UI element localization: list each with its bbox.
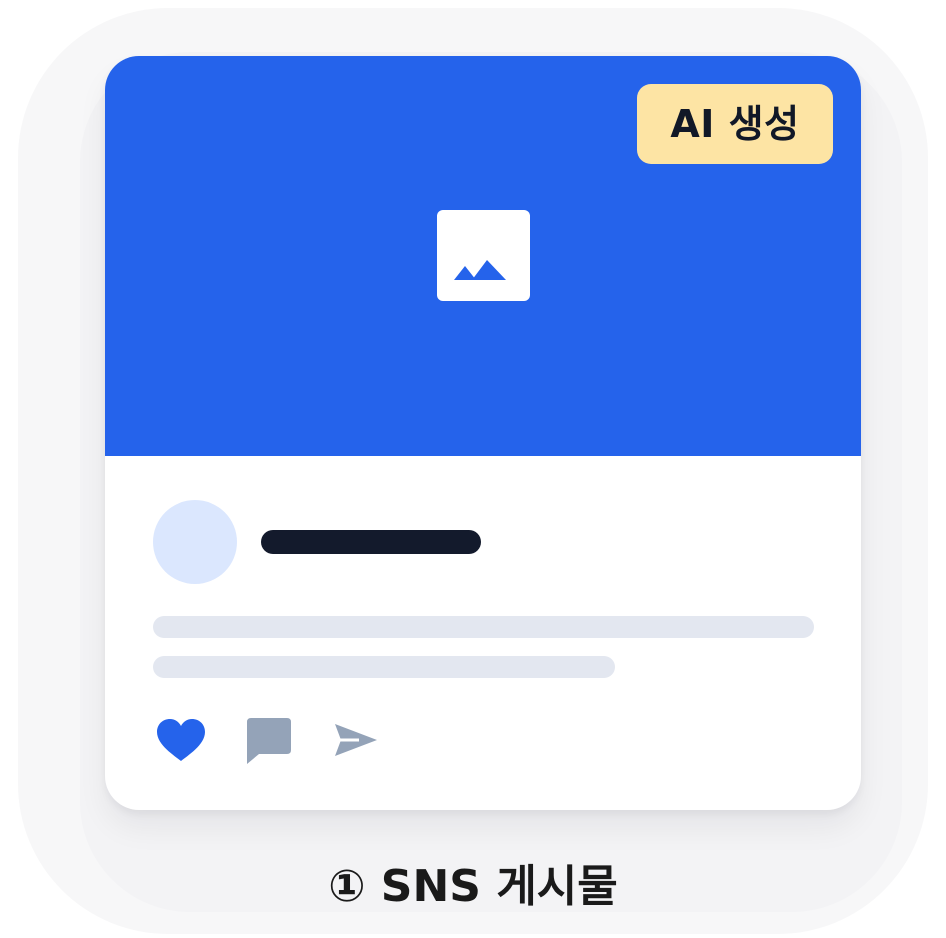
username-placeholder <box>261 530 481 554</box>
ai-generated-badge: AI 생성 <box>637 84 833 164</box>
comment-button[interactable] <box>243 716 295 766</box>
avatar <box>153 500 237 584</box>
post-body <box>105 456 861 810</box>
comment-icon <box>247 718 291 764</box>
post-media: AI 생성 <box>105 56 861 456</box>
like-button[interactable] <box>155 716 207 766</box>
heart-icon <box>157 719 205 761</box>
image-icon <box>437 210 530 301</box>
send-icon <box>335 724 377 756</box>
share-button[interactable] <box>331 716 383 766</box>
caption-label: ① SNS 게시물 <box>328 861 618 912</box>
post-text-line <box>153 656 615 678</box>
sns-post-card[interactable]: AI 생성 <box>105 56 861 810</box>
post-text-line <box>153 616 814 638</box>
